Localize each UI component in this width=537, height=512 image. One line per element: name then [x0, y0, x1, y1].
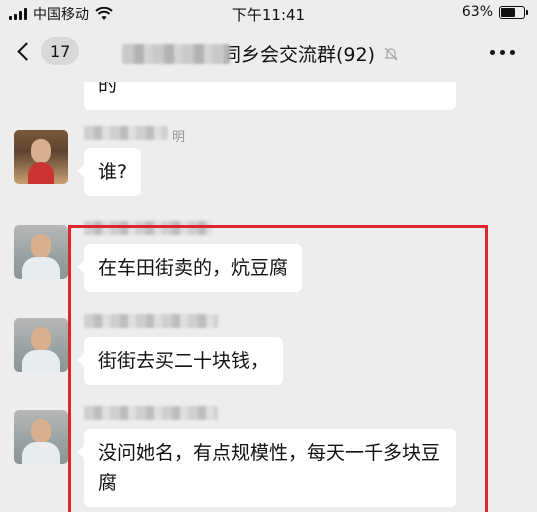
message-bubble[interactable]: 的	[84, 82, 456, 110]
more-dot-icon	[490, 50, 495, 55]
message-bubble[interactable]: 谁?	[76, 148, 142, 196]
more-dot-icon	[500, 50, 505, 55]
unread-count-badge: 17	[41, 37, 80, 65]
message-text: 谁?	[98, 161, 128, 183]
avatar[interactable]	[14, 225, 68, 279]
mute-bell-icon	[384, 47, 398, 60]
more-options-button[interactable]	[490, 50, 515, 55]
status-bar: 中国移动 下午11:41 63%	[0, 0, 537, 26]
sender-name-redacted	[84, 126, 168, 140]
avatar-body	[22, 257, 60, 279]
avatar-body	[28, 162, 54, 184]
more-dot-icon	[510, 50, 515, 55]
status-time: 下午11:41	[231, 6, 306, 24]
avatar-body	[22, 442, 60, 464]
title-redaction	[122, 43, 230, 64]
chat-area[interactable]: 的 明 谁? 在车田街卖的，炕豆腐 街街去买二十块钱， 没问她名，有点规模性，每…	[0, 82, 537, 512]
avatar-body	[22, 350, 60, 372]
battery-percent: 63%	[461, 4, 493, 20]
back-button[interactable]: 17	[14, 37, 80, 65]
sender-name-visible: 明	[172, 130, 186, 145]
avatar-face	[31, 139, 51, 163]
avatar[interactable]	[14, 130, 68, 184]
avatar[interactable]	[14, 318, 68, 372]
avatar[interactable]	[14, 410, 68, 464]
battery-fill	[501, 7, 515, 17]
nav-bar: 17 同乡会交流群(92)	[0, 26, 537, 82]
chat-title[interactable]: 同乡会交流群(92)	[122, 40, 399, 67]
chevron-left-icon	[17, 41, 36, 61]
highlight-box	[68, 225, 488, 512]
chat-title-text: 同乡会交流群(92)	[222, 44, 376, 66]
message-text: 的	[98, 82, 118, 96]
battery-icon	[499, 5, 528, 19]
avatar-face	[31, 419, 51, 443]
avatar-face	[31, 327, 51, 351]
status-right: 63%	[461, 4, 528, 20]
avatar-face	[31, 234, 51, 258]
